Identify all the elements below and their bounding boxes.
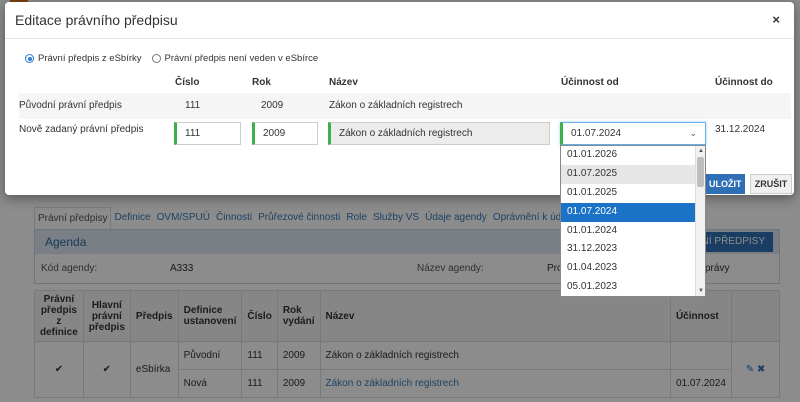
- radio-esbirka-label[interactable]: Právní předpis z eSbírky: [38, 53, 142, 64]
- close-icon[interactable]: ×: [772, 12, 780, 27]
- dropdown-option[interactable]: 05.01.2023: [561, 278, 695, 296]
- ucinnost-od-value: 01.07.2024: [571, 128, 622, 139]
- dropdown-scrollbar[interactable]: ▲ ▼: [695, 146, 705, 296]
- dropdown-option[interactable]: 01.04.2023: [561, 259, 695, 278]
- dropdown-option[interactable]: 01.01.2026: [561, 146, 695, 165]
- rok-input[interactable]: 2009: [252, 122, 318, 145]
- ucinnost-od-select[interactable]: 01.07.2024 ⌄: [560, 122, 706, 145]
- modal-header: Editace právního předpisu ×: [5, 2, 794, 39]
- radio-not-esbirka[interactable]: [151, 54, 161, 63]
- dropdown-option[interactable]: 01.01.2024: [561, 222, 695, 241]
- scroll-up-arrow-icon[interactable]: ▲: [696, 146, 705, 156]
- save-button[interactable]: ULOŽIT: [705, 174, 745, 194]
- source-radio-group: Právní předpis z eSbírky Právní předpis …: [25, 53, 328, 64]
- original-nazev: Zákon o základních registrech: [329, 100, 463, 111]
- radio-not-esbirka-label[interactable]: Právní předpis není veden v eSbírce: [165, 53, 319, 64]
- dropdown-option[interactable]: 31.12.2023: [561, 240, 695, 259]
- header-cislo: Číslo: [175, 77, 200, 88]
- modal-title: Editace právního předpisu: [15, 12, 178, 28]
- nazev-input: Zákon o základních registrech: [328, 122, 550, 145]
- cancel-button[interactable]: ZRUŠIT: [750, 174, 792, 194]
- scrollbar-thumb[interactable]: [697, 157, 704, 187]
- cislo-input[interactable]: 111: [174, 122, 241, 145]
- scroll-down-arrow-icon[interactable]: ▼: [696, 286, 705, 296]
- original-label: Původní právní předpis: [19, 100, 122, 111]
- chevron-down-icon: ⌄: [689, 128, 697, 138]
- ucinnost-do-value: 31.12.2024: [715, 124, 766, 135]
- header-rok: Rok: [252, 77, 271, 88]
- dropdown-option[interactable]: 01.07.2025: [561, 164, 695, 184]
- dropdown-option[interactable]: 01.01.2025: [561, 184, 695, 203]
- original-cislo: 111: [185, 100, 201, 111]
- new-row-label: Nově zadaný právní předpis: [19, 124, 144, 135]
- original-regulation-row: Původní právní předpis 111 2009 Zákon o …: [19, 93, 791, 119]
- header-ucinnost-od: Účinnost od: [561, 77, 619, 88]
- original-rok: 2009: [261, 100, 284, 111]
- ucinnost-od-dropdown: 01.01.2026 01.07.2025 01.01.2025 01.07.2…: [560, 145, 706, 297]
- header-nazev: Název: [329, 77, 358, 88]
- radio-esbirka[interactable]: [25, 54, 34, 63]
- header-ucinnost-do: Účinnost do: [715, 77, 773, 88]
- dropdown-option-selected[interactable]: 01.07.2024: [561, 202, 695, 222]
